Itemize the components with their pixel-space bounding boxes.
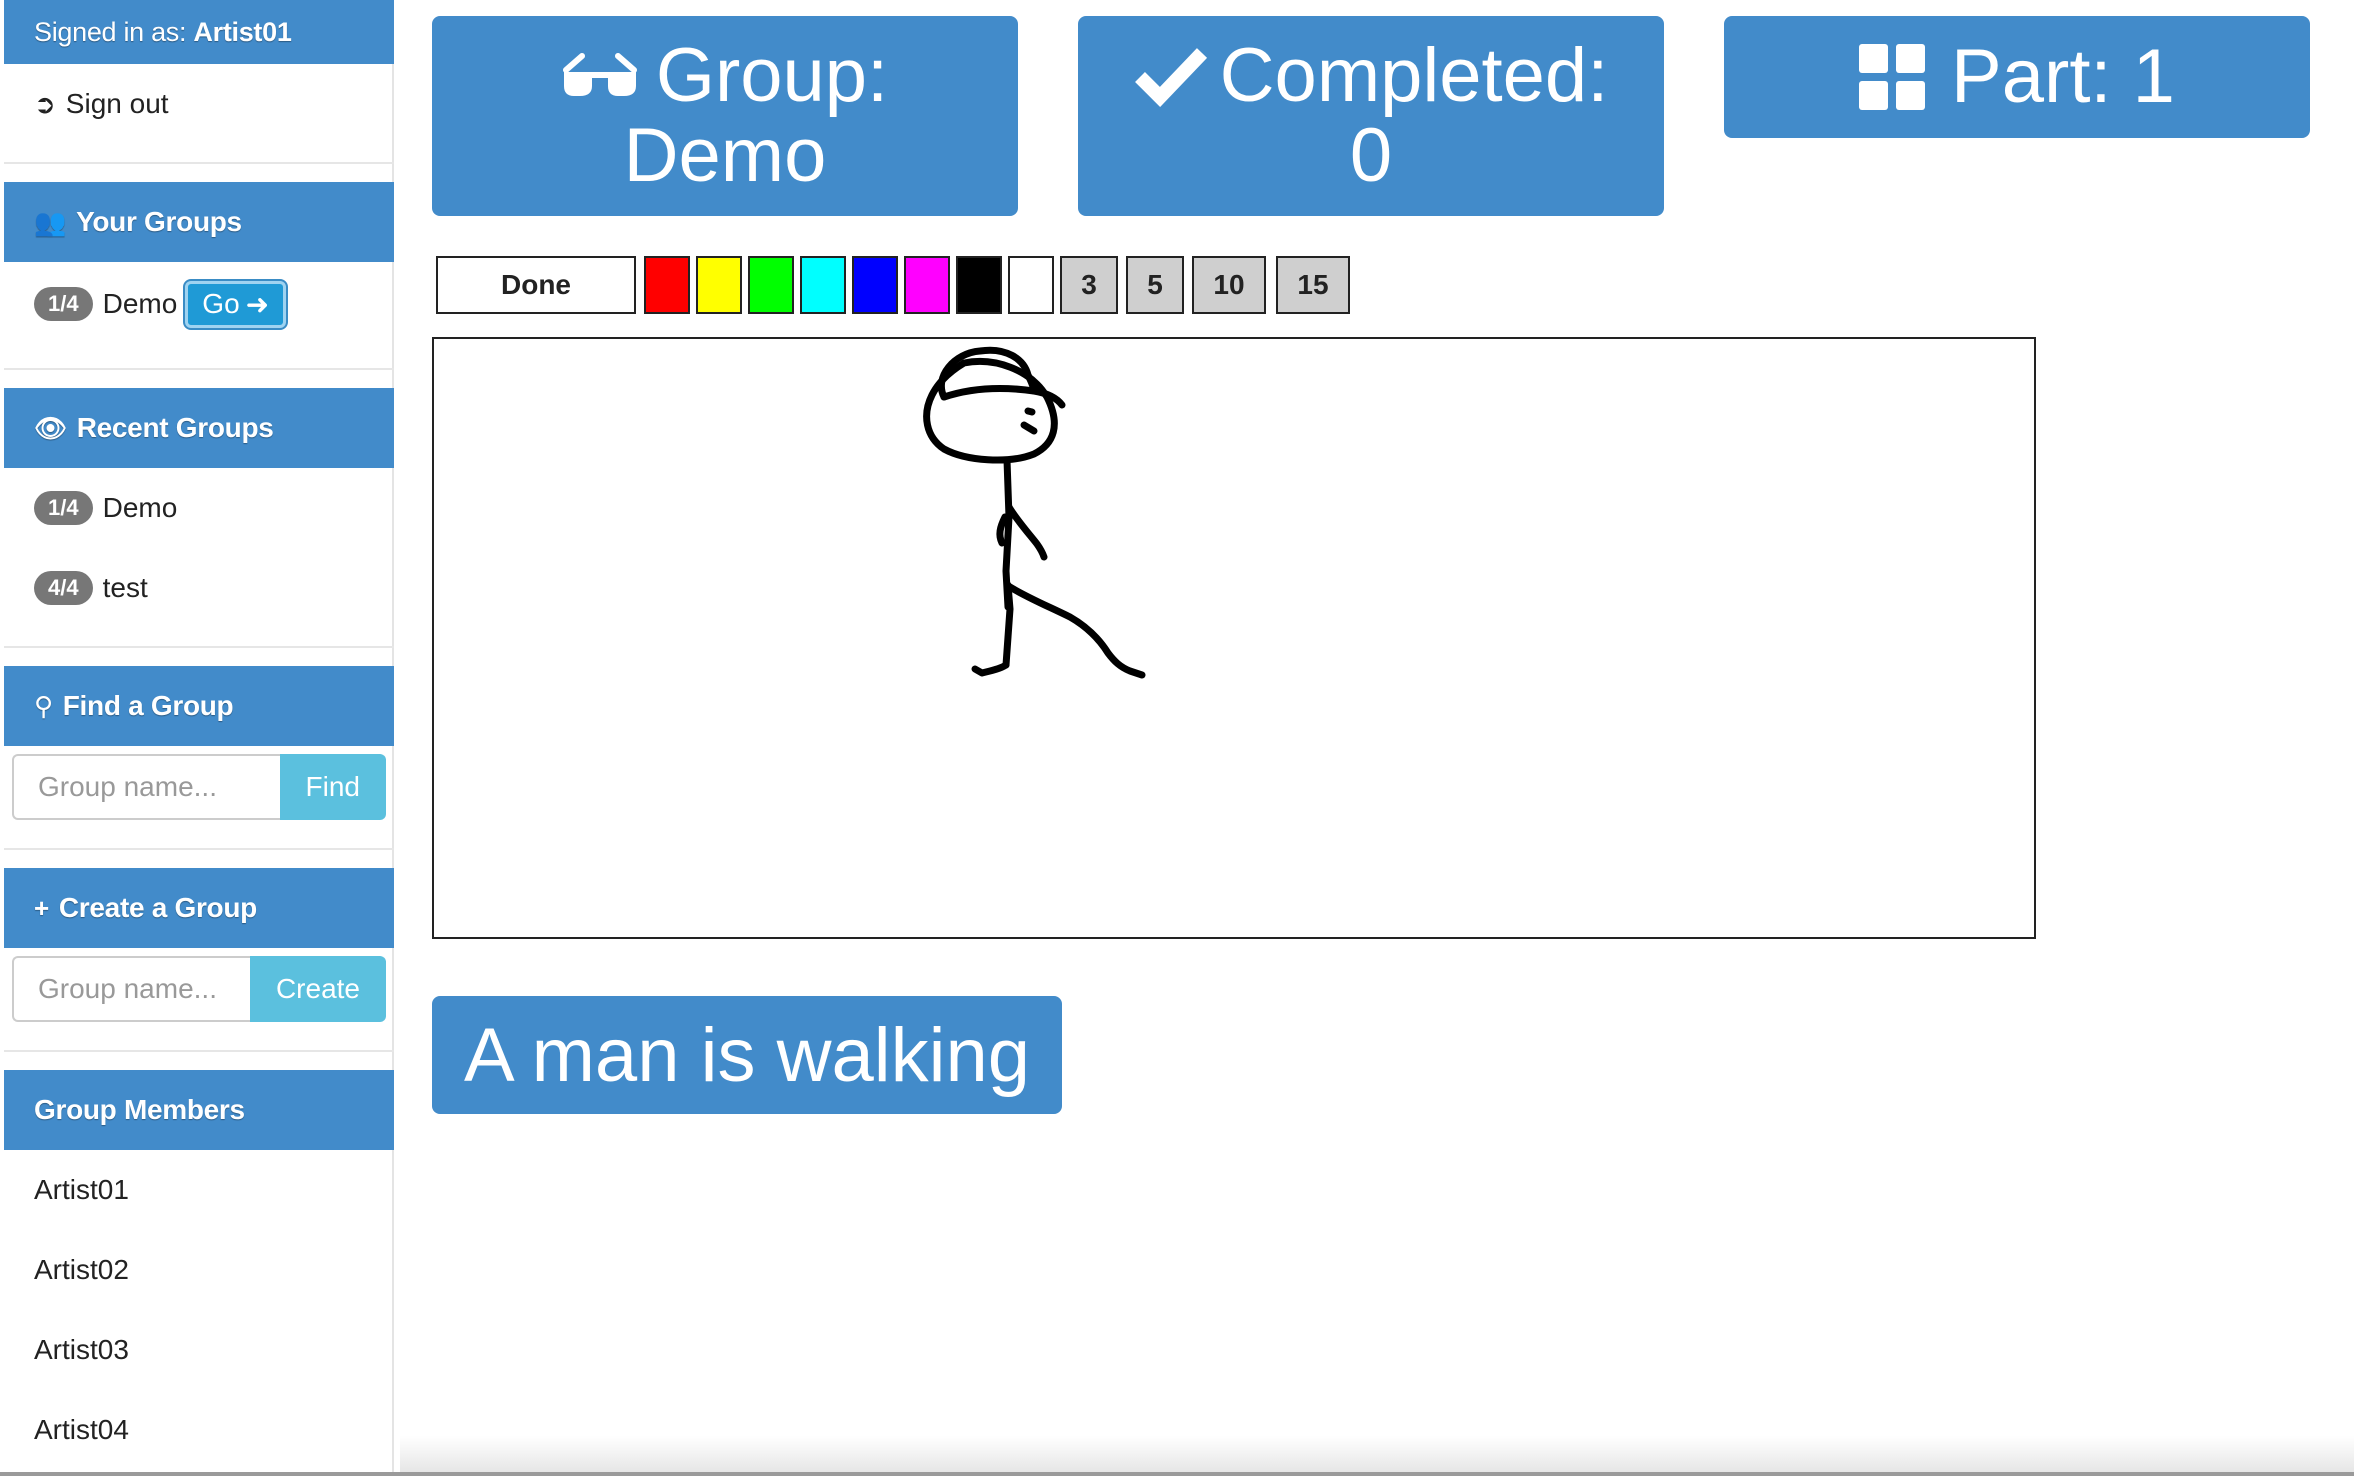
color-swatch-magenta[interactable] xyxy=(904,256,950,314)
signed-in-header: Signed in as: Artist01 xyxy=(4,0,394,64)
color-swatch-red[interactable] xyxy=(644,256,690,314)
part-info-box: Part: 1 xyxy=(1724,16,2310,138)
member-item: Artist01 xyxy=(34,1174,129,1205)
users-icon: 👥 xyxy=(34,206,67,237)
group-name: Demo xyxy=(102,492,178,523)
divider xyxy=(4,162,394,164)
group-value: Demo xyxy=(623,113,827,198)
go-button-label: Go xyxy=(202,288,240,319)
completed-info-box: Completed: 0 xyxy=(1078,16,1664,216)
recent-group-item[interactable]: 1/4 Demo xyxy=(34,486,177,530)
recent-groups-title: Recent Groups xyxy=(76,412,274,443)
sign-out-icon: ➲ xyxy=(34,88,56,119)
completed-value: 0 xyxy=(1349,113,1393,198)
prompt-text: A man is walking xyxy=(464,1012,1031,1098)
go-button[interactable]: Go ➜ xyxy=(185,280,287,328)
color-swatch-green[interactable] xyxy=(748,256,794,314)
group-label: Group: xyxy=(655,33,889,118)
find-group-header: ⚲ Find a Group xyxy=(4,666,394,746)
create-group-title: Create a Group xyxy=(58,892,257,923)
sign-out-label: Sign out xyxy=(65,88,169,119)
brush-size-10[interactable]: 10 xyxy=(1192,256,1266,314)
create-group-form: Create xyxy=(12,956,386,1022)
done-button[interactable]: Done xyxy=(436,256,636,314)
your-groups-header: 👥 Your Groups xyxy=(4,182,394,262)
recent-group-item[interactable]: 4/4 test xyxy=(34,566,148,610)
create-button[interactable]: Create xyxy=(249,956,386,1022)
color-swatch-yellow[interactable] xyxy=(696,256,742,314)
color-swatch-black[interactable] xyxy=(956,256,1002,314)
member-item: Artist02 xyxy=(34,1254,129,1285)
color-swatch-cyan[interactable] xyxy=(800,256,846,314)
your-group-item: 1/4 Demo Go ➜ xyxy=(34,280,287,328)
member-item: Artist04 xyxy=(34,1414,129,1445)
group-count-badge: 4/4 xyxy=(34,571,93,605)
arrow-right-icon: ➜ xyxy=(245,288,270,320)
create-group-input[interactable] xyxy=(12,956,250,1022)
group-name-link[interactable]: Demo xyxy=(103,288,178,320)
glasses-icon xyxy=(562,53,637,96)
brush-size-3[interactable]: 3 xyxy=(1060,256,1118,314)
brush-size-15[interactable]: 15 xyxy=(1276,256,1350,314)
find-group-input[interactable] xyxy=(12,754,280,820)
eye-icon: 👁 xyxy=(34,412,67,443)
find-group-form: Find xyxy=(12,754,386,820)
create-group-header: + Create a Group xyxy=(4,868,394,948)
divider xyxy=(4,368,394,370)
group-members-title: Group Members xyxy=(34,1094,245,1125)
sign-out-link[interactable]: ➲ Sign out xyxy=(34,82,169,126)
bottom-border xyxy=(0,1472,2354,1476)
sidebar: Signed in as: Artist01 ➲ Sign out 👥 Your… xyxy=(0,0,394,1476)
signed-in-prefix: Signed in as: xyxy=(34,16,194,47)
group-info-box: Group: Demo xyxy=(432,16,1018,216)
group-count-badge: 1/4 xyxy=(34,491,93,525)
prompt-box: A man is walking xyxy=(432,996,1063,1114)
signed-in-user: Artist01 xyxy=(193,16,292,47)
color-swatch-blue[interactable] xyxy=(852,256,898,314)
divider xyxy=(4,848,394,850)
plus-icon: + xyxy=(34,892,49,923)
brush-size-5[interactable]: 5 xyxy=(1126,256,1184,314)
stick-figure-drawing xyxy=(923,346,1146,679)
group-members-header: Group Members xyxy=(4,1070,394,1150)
recent-groups-header: 👁 Recent Groups xyxy=(4,388,394,468)
check-icon xyxy=(1134,48,1207,107)
drawing-canvas[interactable] xyxy=(432,337,2036,939)
member-item: Artist03 xyxy=(34,1334,129,1365)
group-count-badge: 1/4 xyxy=(34,287,93,321)
part-label: Part: 1 xyxy=(1951,34,2175,119)
group-name: test xyxy=(102,572,148,603)
color-swatch-white[interactable] xyxy=(1008,256,1054,314)
divider xyxy=(4,1050,394,1052)
find-button[interactable]: Find xyxy=(279,754,386,820)
grid-icon xyxy=(1859,44,1926,110)
divider xyxy=(4,646,394,648)
search-icon: ⚲ xyxy=(34,690,53,721)
find-group-title: Find a Group xyxy=(62,690,234,721)
your-groups-title: Your Groups xyxy=(76,206,242,237)
bottom-shadow xyxy=(400,1436,2354,1476)
completed-label: Completed: xyxy=(1219,33,1609,118)
